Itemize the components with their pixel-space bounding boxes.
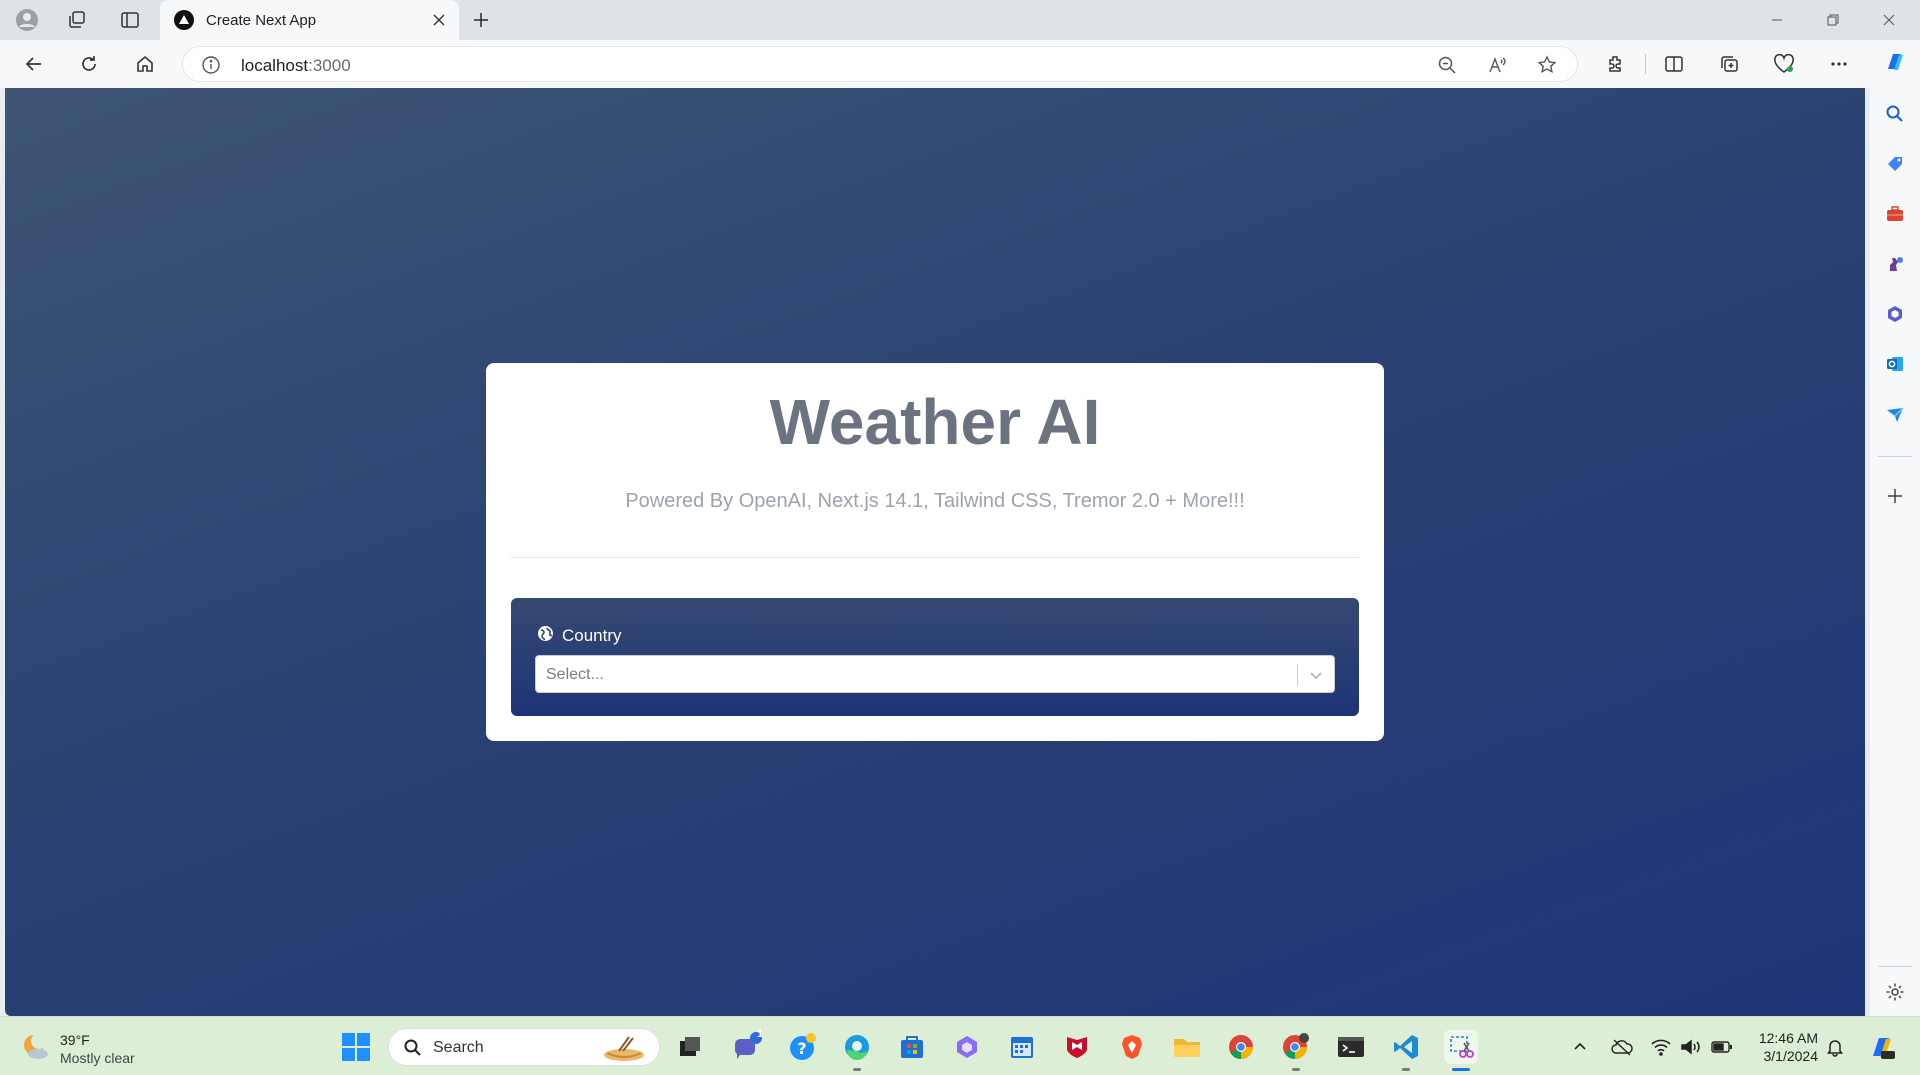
chat-badge-count: 1: [757, 1028, 764, 1040]
weather-condition: Mostly clear: [60, 1050, 135, 1066]
outlook-icon[interactable]: [1879, 348, 1911, 380]
tab-actions-icon[interactable]: [115, 6, 145, 34]
snipping-tool-icon[interactable]: [1444, 1030, 1478, 1071]
globe-icon: [537, 625, 554, 647]
copilot-preview-icon[interactable]: [1866, 1031, 1898, 1063]
tab-close-icon[interactable]: [425, 6, 453, 34]
clock-time: 12:46 AM: [1758, 1030, 1818, 1046]
workspaces-icon[interactable]: [62, 6, 92, 34]
profile-avatar-icon[interactable]: [12, 6, 42, 34]
favorite-star-icon[interactable]: [1533, 52, 1561, 78]
search-icon[interactable]: [1879, 98, 1911, 130]
get-help-icon[interactable]: ?: [786, 1030, 820, 1064]
windows-taskbar: 39°F Mostly clear Search 1 ? 12:46 AM 3/…: [0, 1016, 1920, 1075]
notifications-bell-icon[interactable]: [1823, 1035, 1847, 1059]
weather-temperature: 39°F: [60, 1032, 90, 1048]
terminal-icon[interactable]: [1334, 1030, 1368, 1064]
volume-icon[interactable]: [1679, 1035, 1703, 1059]
weather-widget[interactable]: 39°F Mostly clear: [20, 1031, 135, 1067]
search-highlight-noodles-icon: [599, 1033, 649, 1068]
search-icon: [403, 1038, 423, 1063]
task-view-icon[interactable]: [673, 1030, 707, 1064]
restore-icon[interactable]: [1805, 0, 1861, 40]
games-chess-icon[interactable]: [1879, 248, 1911, 280]
vscode-icon[interactable]: [1389, 1030, 1423, 1071]
wifi-icon[interactable]: [1649, 1035, 1673, 1059]
windows-start-icon[interactable]: [340, 1031, 372, 1063]
sidebar-divider: [1878, 966, 1912, 967]
new-tab-button[interactable]: [466, 5, 496, 35]
calendar-icon[interactable]: [1005, 1030, 1039, 1064]
nextjs-favicon-icon: [174, 10, 194, 30]
country-label-text: Country: [562, 626, 622, 645]
battery-icon[interactable]: [1710, 1035, 1734, 1059]
chrome-profile-icon[interactable]: [1279, 1030, 1313, 1071]
collections-icon[interactable]: [1712, 48, 1746, 80]
browser-essentials-icon[interactable]: [1767, 48, 1801, 80]
chevron-down-icon[interactable]: [1306, 665, 1326, 685]
copilot-app-icon[interactable]: [950, 1030, 984, 1064]
onedrive-offline-icon[interactable]: [1610, 1035, 1634, 1059]
card-divider: [511, 557, 1359, 558]
microsoft-365-icon[interactable]: [1879, 298, 1911, 330]
site-info-icon[interactable]: [201, 55, 221, 75]
url-text: localhost:3000: [241, 56, 351, 75]
sidebar-settings-gear-icon[interactable]: [1879, 976, 1911, 1008]
teams-chat-icon[interactable]: 1: [730, 1028, 764, 1064]
tab-create-next-app[interactable]: Create Next App: [160, 0, 459, 40]
svg-text:?: ?: [797, 1039, 806, 1058]
country-select-placeholder: Select...: [546, 666, 604, 683]
shopping-tag-icon[interactable]: [1879, 148, 1911, 180]
country-label: Country: [537, 625, 622, 647]
minimize-icon[interactable]: [1749, 0, 1805, 40]
taskbar-search-box[interactable]: Search: [388, 1028, 660, 1066]
refresh-icon[interactable]: [72, 48, 106, 80]
file-explorer-icon[interactable]: [1170, 1030, 1204, 1064]
moon-cloud-icon: [20, 1032, 50, 1067]
mcafee-shield-icon[interactable]: [1060, 1030, 1094, 1064]
page-title: Weather AI: [769, 386, 1101, 458]
page-viewport: Weather AI Powered By OpenAI, Next.js 14…: [5, 88, 1865, 1016]
add-sidebar-app-icon[interactable]: [1879, 480, 1911, 512]
taskbar-search-placeholder: Search: [433, 1039, 484, 1056]
page-subtitle: Powered By OpenAI, Next.js 14.1, Tailwin…: [625, 490, 1245, 512]
country-select[interactable]: Select...: [535, 655, 1335, 693]
sidebar-divider: [1878, 456, 1912, 457]
country-select-panel: Country Select...: [511, 598, 1359, 716]
system-clock[interactable]: 12:46 AM 3/1/2024: [1742, 1029, 1818, 1065]
browser-tab-strip: Create Next App: [0, 0, 1920, 40]
send-drop-icon[interactable]: [1879, 398, 1911, 430]
microsoft-store-icon[interactable]: [895, 1030, 929, 1064]
copilot-icon[interactable]: [1879, 46, 1911, 78]
extensions-icon[interactable]: [1598, 48, 1632, 80]
clock-date: 3/1/2024: [1763, 1048, 1819, 1064]
home-icon[interactable]: [128, 48, 162, 80]
back-arrow-icon[interactable]: [17, 48, 51, 80]
show-hidden-icons-chevron-up-icon[interactable]: [1568, 1035, 1592, 1059]
zoom-out-icon[interactable]: [1433, 52, 1461, 78]
split-screen-icon[interactable]: [1657, 48, 1691, 80]
select-indicator-separator: [1297, 664, 1298, 686]
read-aloud-icon[interactable]: [1483, 52, 1511, 78]
more-options-icon[interactable]: [1822, 48, 1856, 80]
window-close-icon[interactable]: [1861, 0, 1917, 40]
address-bar[interactable]: localhost:3000: [182, 46, 1578, 82]
weather-ai-card: Weather AI Powered By OpenAI, Next.js 14…: [486, 363, 1384, 741]
brave-browser-icon[interactable]: [1115, 1030, 1149, 1064]
tools-briefcase-icon[interactable]: [1879, 198, 1911, 230]
tab-title: Create Next App: [206, 11, 317, 29]
toolbar-divider: [1645, 54, 1646, 74]
browser-toolbar: localhost:3000: [0, 40, 1920, 88]
edge-sidebar: [1870, 40, 1920, 1016]
edge-browser-icon[interactable]: [840, 1030, 874, 1071]
chrome-icon[interactable]: [1224, 1030, 1258, 1064]
